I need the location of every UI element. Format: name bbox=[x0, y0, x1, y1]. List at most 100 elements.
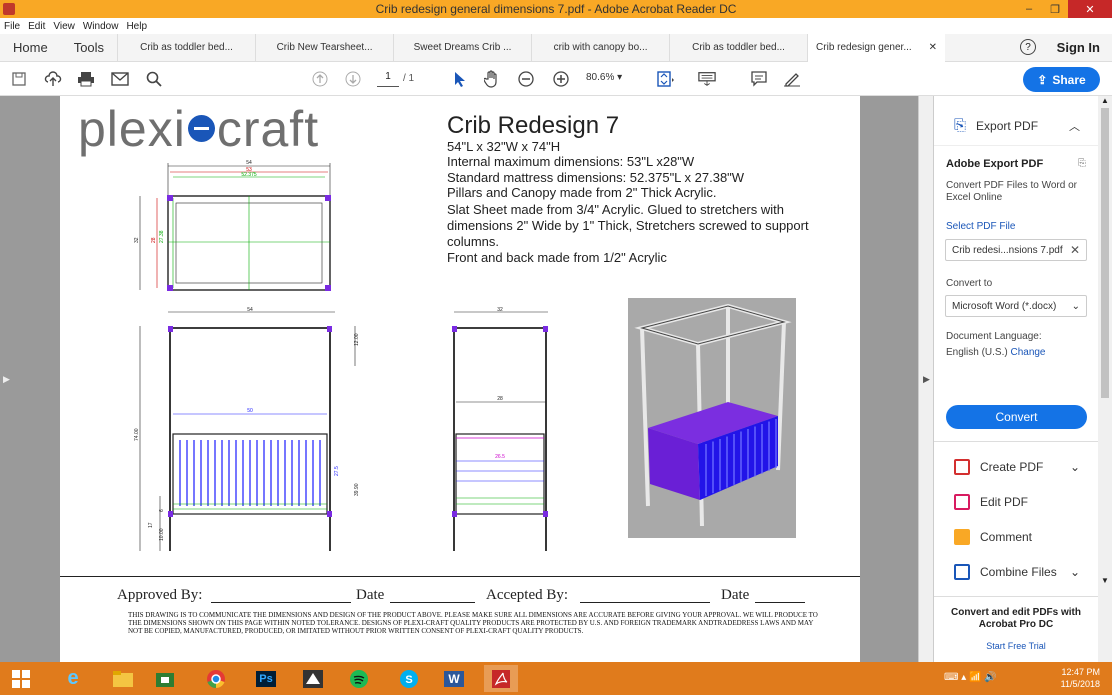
accepted-by-line bbox=[580, 602, 710, 603]
front-view-drawing: 54 50 74.00 12.00 27.5 39.90 17 6 10.00 bbox=[134, 307, 360, 551]
chrome-icon[interactable] bbox=[199, 665, 233, 692]
help-icon[interactable]: ? bbox=[1020, 39, 1036, 55]
zoom-in-icon[interactable] bbox=[552, 70, 570, 88]
sign-in-link[interactable]: Sign In bbox=[1057, 40, 1100, 55]
share-button[interactable]: ⇪ Share bbox=[1023, 67, 1100, 92]
menu-view[interactable]: View bbox=[53, 21, 75, 32]
next-page-icon[interactable] bbox=[344, 70, 362, 88]
save-icon[interactable] bbox=[10, 70, 28, 88]
info-icon[interactable]: ⎘ bbox=[1078, 158, 1086, 169]
comment-tool[interactable]: Comment bbox=[934, 520, 1098, 554]
read-mode-icon[interactable] bbox=[698, 70, 716, 88]
windows-logo-icon bbox=[12, 669, 30, 688]
share-icon: ⇪ bbox=[1037, 72, 1048, 87]
spec-line: Standard mattress dimensions: 52.375"L x… bbox=[447, 170, 745, 185]
spotify-icon[interactable] bbox=[342, 665, 376, 692]
acrobat-taskbar-icon[interactable] bbox=[484, 665, 518, 692]
language-value: English (U.S.) bbox=[946, 347, 1008, 358]
upload-icon[interactable] bbox=[44, 70, 62, 88]
document-tab-active[interactable]: Crib redesign gener... ✕ bbox=[807, 33, 946, 62]
document-tab[interactable]: Crib as toddler bed... bbox=[669, 33, 807, 62]
dimension-label: 6 bbox=[159, 509, 165, 512]
edit-pdf-label: Edit PDF bbox=[980, 495, 1029, 509]
dimension-label: 27.5 bbox=[334, 466, 340, 476]
menu-help[interactable]: Help bbox=[126, 21, 147, 32]
combine-files-tool[interactable]: Combine Files ⌄ bbox=[934, 555, 1098, 589]
store-icon[interactable] bbox=[148, 665, 182, 692]
hand-tool-icon[interactable] bbox=[483, 70, 501, 88]
sign-pen-icon[interactable] bbox=[783, 70, 801, 88]
combine-files-icon bbox=[954, 564, 970, 580]
spec-line: 54"L x 32"W x 74"H bbox=[447, 139, 561, 154]
combine-files-label: Combine Files bbox=[980, 565, 1057, 579]
close-tab-icon[interactable]: ✕ bbox=[929, 42, 937, 53]
clock-date: 11/5/2018 bbox=[1060, 679, 1100, 689]
chevron-down-icon: ⌄ bbox=[1069, 565, 1080, 579]
previous-page-icon[interactable] bbox=[311, 70, 329, 88]
expand-left-panel-icon[interactable]: ▶ bbox=[3, 374, 10, 385]
zoom-out-icon[interactable] bbox=[517, 70, 535, 88]
pane-divider[interactable]: ▶ bbox=[918, 96, 934, 662]
taskbar-clock[interactable]: 12:47 PM 11/5/2018 bbox=[1061, 666, 1100, 690]
restore-button[interactable]: ❐ bbox=[1042, 0, 1068, 18]
tab-tools[interactable]: Tools bbox=[61, 40, 117, 55]
file-explorer-icon[interactable] bbox=[106, 665, 140, 692]
page-number-input[interactable]: 1 bbox=[377, 71, 399, 87]
date-label-2: Date bbox=[721, 587, 750, 603]
edit-pdf-icon bbox=[954, 494, 970, 510]
minimize-button[interactable]: – bbox=[1016, 0, 1042, 18]
skype-icon[interactable]: S bbox=[392, 665, 426, 692]
photoshop-label: Ps bbox=[256, 670, 276, 687]
select-pdf-link[interactable]: Select PDF File bbox=[946, 221, 1015, 232]
scroll-down-icon[interactable]: ▼ bbox=[1101, 576, 1109, 585]
word-icon[interactable]: W bbox=[437, 665, 471, 692]
tray-chevron-icon[interactable]: ▴ bbox=[961, 672, 966, 683]
convert-to-label: Convert to bbox=[946, 278, 993, 289]
scroll-up-icon[interactable]: ▲ bbox=[1101, 96, 1109, 105]
create-pdf-tool[interactable]: Create PDF ⌄ bbox=[934, 450, 1098, 484]
print-icon[interactable] bbox=[77, 70, 95, 88]
change-language-link[interactable]: Change bbox=[1010, 347, 1045, 358]
select-cursor-icon[interactable] bbox=[451, 70, 469, 88]
export-pdf-title: Export PDF bbox=[976, 118, 1039, 133]
comment-tool-label: Comment bbox=[980, 530, 1033, 544]
document-tab[interactable]: Crib as toddler bed... bbox=[117, 33, 255, 62]
convert-button[interactable]: Convert bbox=[946, 405, 1087, 429]
spec-line: Pillars and Canopy made from 2" Thick Ac… bbox=[447, 185, 717, 200]
edit-pdf-tool[interactable]: Edit PDF bbox=[934, 485, 1098, 519]
keyboard-icon[interactable]: ⌨ bbox=[944, 672, 958, 683]
legal-disclaimer: THIS DRAWING IS TO COMMUNICATE THE DIMEN… bbox=[128, 611, 818, 635]
start-button[interactable] bbox=[4, 665, 38, 692]
email-icon[interactable] bbox=[111, 70, 129, 88]
tab-home[interactable]: Home bbox=[0, 40, 61, 55]
internet-explorer-icon[interactable]: e bbox=[56, 665, 90, 692]
approved-by-line bbox=[211, 602, 351, 603]
menu-window[interactable]: Window bbox=[83, 21, 119, 32]
close-window-button[interactable]: ✕ bbox=[1068, 0, 1112, 18]
fit-page-icon[interactable] bbox=[657, 70, 675, 88]
selected-file-field[interactable]: Crib redesi...nsions 7.pdf ✕ bbox=[945, 239, 1087, 261]
dimension-label: 10.00 bbox=[159, 528, 165, 541]
document-tab[interactable]: Crib New Tearsheet... bbox=[255, 33, 393, 62]
scrollbar-thumb[interactable] bbox=[1101, 108, 1109, 398]
volume-icon[interactable]: 🔊 bbox=[984, 672, 996, 683]
search-icon[interactable] bbox=[145, 70, 163, 88]
export-pdf-header[interactable]: ⎘ Export PDF ︿ bbox=[934, 106, 1098, 146]
document-tab[interactable]: crib with canopy bo... bbox=[531, 33, 669, 62]
menu-edit[interactable]: Edit bbox=[28, 21, 45, 32]
window-title: Crib redesign general dimensions 7.pdf -… bbox=[375, 2, 737, 16]
photoshop-icon[interactable]: Ps bbox=[249, 665, 283, 692]
date-label: Date bbox=[356, 587, 385, 603]
collapse-pane-icon[interactable]: ▶ bbox=[923, 374, 930, 385]
inkscape-icon[interactable] bbox=[296, 665, 330, 692]
dimension-label: 28 bbox=[151, 237, 157, 243]
network-icon[interactable]: 📶 bbox=[969, 672, 981, 683]
pane-scrollbar[interactable]: ▲ ▼ bbox=[1098, 96, 1112, 662]
remove-file-icon[interactable]: ✕ bbox=[1070, 243, 1080, 257]
convert-format-select[interactable]: Microsoft Word (*.docx) ⌄ bbox=[945, 295, 1087, 317]
menu-file[interactable]: File bbox=[4, 21, 20, 32]
zoom-level-select[interactable]: 80.6% ▾ bbox=[586, 72, 622, 83]
document-tab[interactable]: Sweet Dreams Crib ... bbox=[393, 33, 531, 62]
comment-icon[interactable] bbox=[750, 70, 768, 88]
start-free-trial-link[interactable]: Start Free Trial bbox=[934, 641, 1098, 651]
